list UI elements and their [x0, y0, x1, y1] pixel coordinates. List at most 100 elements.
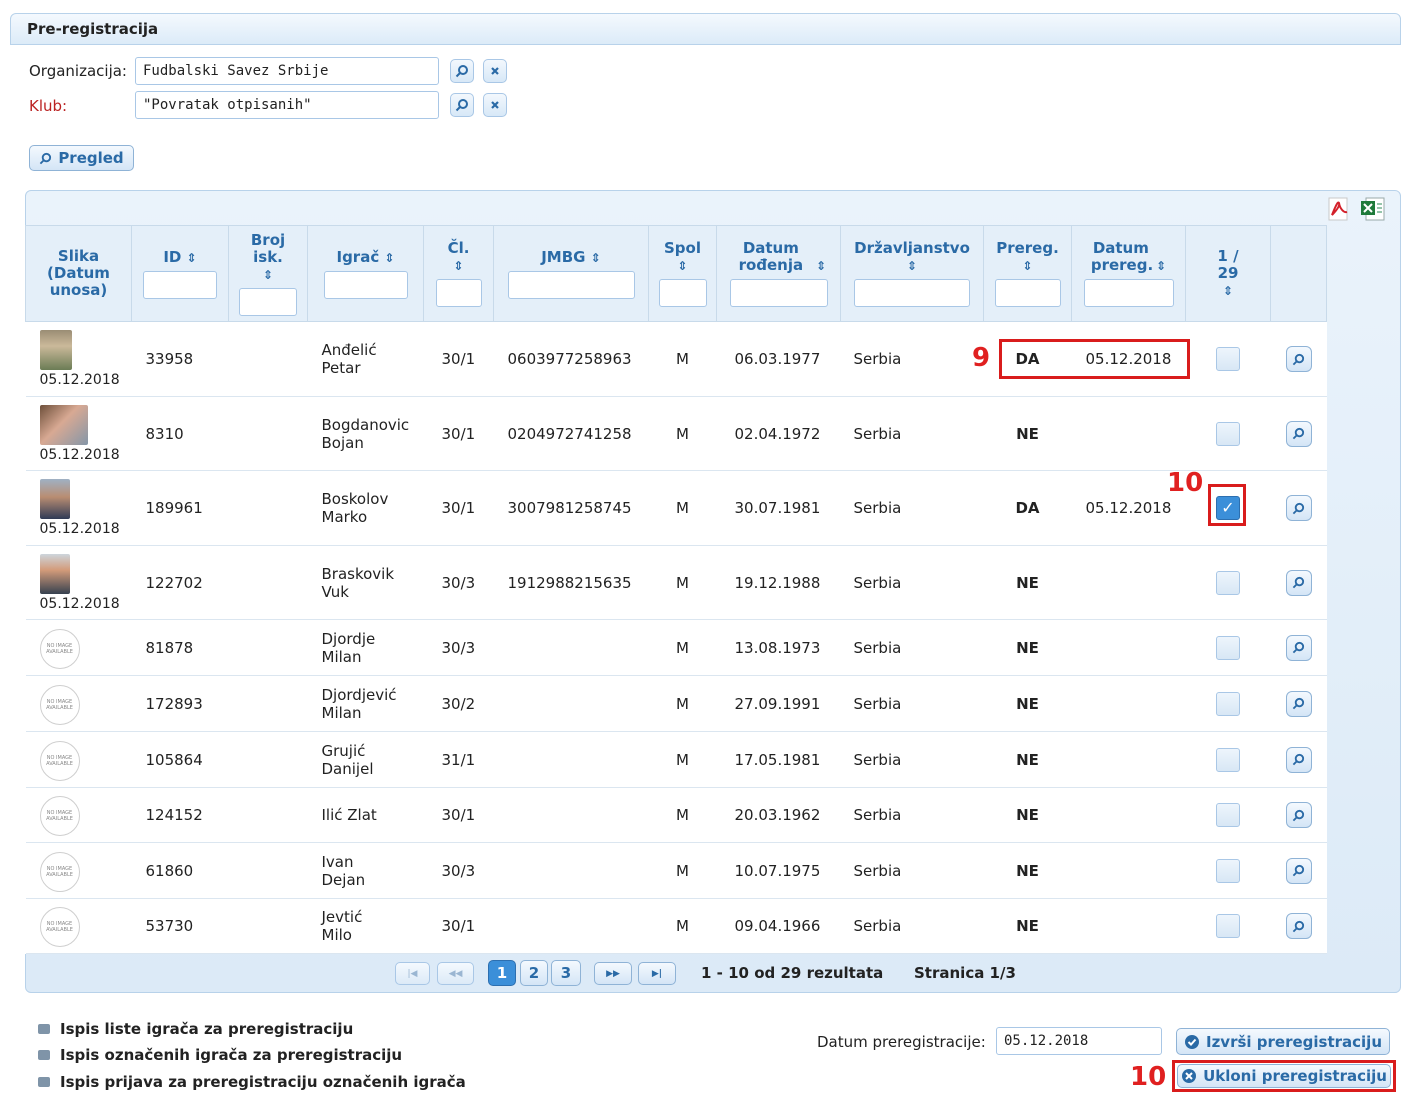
next-page-button[interactable]: ▶▶	[594, 962, 632, 985]
last-page-button[interactable]: ▶|	[638, 962, 676, 985]
col-jmbg[interactable]: JMBG ⇕	[493, 225, 649, 322]
row-checkbox[interactable]	[1216, 691, 1240, 716]
row-checkbox[interactable]	[1216, 858, 1240, 883]
remove-circle-icon	[1182, 1069, 1197, 1083]
sort-icon[interactable]: ⇕	[187, 251, 197, 265]
prev-page-button[interactable]: ◀◀	[437, 962, 474, 985]
page-button-3[interactable]: 3	[551, 960, 581, 986]
page-button-1[interactable]: 1	[488, 960, 516, 986]
sort-icon[interactable]: ⇕	[1022, 259, 1032, 273]
prereg-status: NE	[983, 842, 1072, 899]
col-cl[interactable]: Čl. ⇕	[423, 225, 494, 322]
filter-drzavljanstvo[interactable]	[854, 279, 970, 307]
filter-id[interactable]	[143, 270, 217, 299]
jmbg-cell	[493, 619, 649, 676]
print-selected-link[interactable]: Ispis označenih igrača za preregistracij…	[38, 1046, 402, 1064]
print-list-link[interactable]: Ispis liste igrača za preregistraciju	[38, 1020, 353, 1038]
no-image-icon: NO IMAGE AVAILABLE	[39, 851, 80, 892]
row-checkbox[interactable]	[1216, 803, 1240, 827]
col-prereg[interactable]: Prereg. ⇕	[983, 225, 1072, 322]
organizacija-clear-button[interactable]	[483, 59, 507, 83]
filter-broj-isk[interactable]	[239, 287, 297, 316]
sort-icon[interactable]: ⇕	[453, 259, 463, 273]
col-selected-count[interactable]: 1 / 29 ⇕	[1185, 225, 1271, 322]
spol-cell: M	[648, 675, 717, 732]
view-player-button[interactable]	[1285, 569, 1312, 596]
first-page-button[interactable]: |◀	[395, 962, 430, 985]
row-checkbox[interactable]	[1216, 347, 1240, 371]
filter-igrac[interactable]	[323, 270, 408, 299]
view-player-button[interactable]	[1285, 802, 1312, 828]
next-page-icon: ▶▶	[606, 968, 620, 979]
col-datum-rodjenja[interactable]: Datum rođenja ⇕	[716, 225, 841, 322]
sort-icon[interactable]: ⇕	[816, 259, 826, 273]
filter-jmbg[interactable]	[507, 270, 635, 299]
col-broj-isk[interactable]: Broj isk. ⇕	[228, 225, 308, 322]
col-spol[interactable]: Spol ⇕	[648, 225, 717, 322]
player-name-cell: Djordjević Milan	[307, 675, 424, 732]
col-igrac[interactable]: Igrač ⇕	[307, 225, 424, 322]
view-player-button[interactable]	[1285, 420, 1312, 447]
spol-cell: M	[648, 321, 717, 397]
datum-prereg-field[interactable]	[996, 1027, 1162, 1055]
excel-export-icon[interactable]	[1360, 196, 1386, 222]
view-player-button[interactable]	[1285, 913, 1312, 939]
player-name-cell: Anđelić Petar	[307, 321, 424, 397]
col-drzavljanstvo[interactable]: Državljanstvo ⇕	[840, 225, 984, 322]
row-checkbox[interactable]	[1216, 914, 1240, 938]
view-player-button[interactable]	[1285, 746, 1312, 773]
pdf-export-icon[interactable]	[1328, 197, 1350, 221]
dob-cell: 19.12.1988	[716, 545, 841, 620]
sort-icon[interactable]: ⇕	[907, 259, 917, 273]
jmbg-cell: 0603977258963	[493, 321, 649, 397]
prereg-status: NE	[983, 898, 1072, 954]
sort-icon[interactable]: ⇕	[591, 251, 601, 265]
table-row: NO IMAGE AVAILABLE 61860 Ivan Dejan 30/3 M 10.…	[25, 842, 1327, 899]
view-player-button[interactable]	[1285, 495, 1312, 521]
printer-icon	[38, 1024, 50, 1034]
view-player-button[interactable]	[1285, 857, 1312, 884]
id-cell: 124152	[131, 787, 229, 843]
row-checkbox[interactable]	[1216, 635, 1240, 660]
filter-prereg[interactable]	[994, 279, 1061, 307]
cl-cell: 30/1	[423, 396, 494, 471]
filter-spol[interactable]	[658, 279, 707, 307]
ukloni-preregistraciju-button[interactable]: Ukloni preregistraciju	[1177, 1064, 1391, 1088]
print-applications-link[interactable]: Ispis prijava za preregistraciju označen…	[38, 1073, 466, 1091]
row-checkbox[interactable]	[1216, 747, 1240, 772]
id-cell: 172893	[131, 675, 229, 732]
view-player-button[interactable]	[1285, 634, 1312, 661]
view-player-button[interactable]	[1285, 346, 1312, 372]
filter-datum-prereg[interactable]	[1083, 279, 1174, 307]
jmbg-cell	[493, 787, 649, 843]
row-checkbox[interactable]	[1216, 421, 1240, 446]
results-count: 1 - 10 od 29 rezultata	[701, 964, 884, 982]
prereg-status: NE	[983, 396, 1072, 471]
col-id[interactable]: ID ⇕	[131, 225, 229, 322]
select-cell	[1185, 321, 1271, 397]
sort-icon[interactable]: ⇕	[1156, 259, 1166, 273]
pregled-button[interactable]: Pregled	[29, 145, 134, 171]
sort-icon[interactable]: ⇕	[677, 259, 687, 273]
filter-datum-rodjenja[interactable]	[729, 279, 828, 307]
izvrsi-preregistraciju-button[interactable]: Izvrši preregistraciju	[1176, 1028, 1390, 1055]
action-cell	[1270, 898, 1327, 954]
view-player-button[interactable]	[1285, 690, 1312, 717]
printer-icon	[38, 1077, 50, 1087]
prereg-date-cell	[1071, 675, 1186, 732]
sort-icon[interactable]: ⇕	[384, 251, 394, 265]
sort-icon[interactable]: ⇕	[263, 268, 273, 282]
filter-cl[interactable]	[435, 279, 482, 307]
photo-cell: 05.12.2018	[25, 470, 132, 546]
sort-icon[interactable]: ⇕	[1223, 284, 1233, 298]
page-button-2[interactable]: 2	[520, 960, 548, 986]
row-checkbox[interactable]	[1216, 570, 1240, 595]
organizacija-field[interactable]	[135, 57, 439, 85]
klub-search-button[interactable]	[450, 93, 474, 117]
organizacija-search-button[interactable]	[450, 59, 474, 83]
select-cell	[1185, 619, 1271, 676]
klub-clear-button[interactable]	[483, 93, 507, 117]
klub-field[interactable]	[135, 91, 439, 119]
col-datum-prereg[interactable]: Datum prereg. ⇕	[1071, 225, 1186, 322]
photo-date: 05.12.2018	[39, 372, 120, 388]
